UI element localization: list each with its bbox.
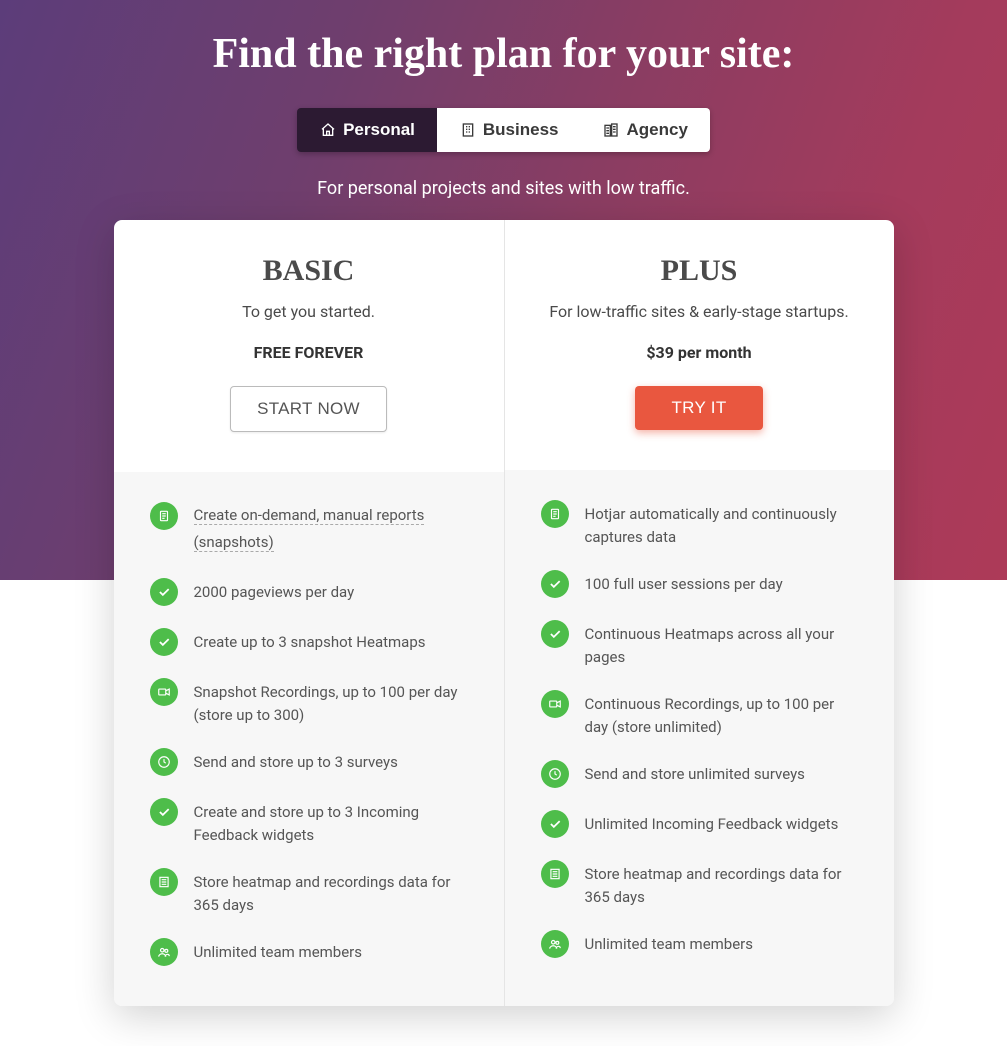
feature-row: Continuous Heatmaps across all your page… [541,620,858,668]
pricing-card: BASIC To get you started. FREE FOREVER S… [114,220,894,1006]
plan-feature-list: Hotjar automatically and continuously ca… [505,470,894,1006]
feature-text: Store heatmap and recordings data for 36… [585,860,858,908]
check-icon [541,620,569,648]
feature-row: Unlimited Incoming Feedback widgets [541,810,858,838]
tab-label: Business [483,120,559,140]
feature-text: Continuous Recordings, up to 100 per day… [585,690,858,738]
feature-row: Store heatmap and recordings data for 36… [541,860,858,908]
feature-text: Continuous Heatmaps across all your page… [585,620,858,668]
video-icon [541,690,569,718]
clock-icon [150,748,178,776]
plan-name: BASIC [144,254,474,288]
tab-label: Personal [343,120,415,140]
feature-text: Send and store up to 3 surveys [194,748,398,774]
feature-row: 2000 pageviews per day [150,578,468,606]
plan-desc: For low-traffic sites & early-stage star… [535,302,864,321]
plan-basic: BASIC To get you started. FREE FOREVER S… [114,220,504,1006]
feature-row: Snapshot Recordings, up to 100 per day (… [150,678,468,726]
feature-text: Snapshot Recordings, up to 100 per day (… [194,678,468,726]
plan-feature-list: Create on-demand, manual reports (snapsh… [114,472,504,1006]
plan-plus: PLUS For low-traffic sites & early-stage… [504,220,894,1006]
check-icon [541,810,569,838]
team-icon [541,930,569,958]
team-icon [150,938,178,966]
feature-text: Unlimited team members [194,938,363,964]
tab-personal[interactable]: Personal [297,108,437,152]
check-icon [150,578,178,606]
feature-text: 100 full user sessions per day [585,570,783,596]
feature-text[interactable]: Create on-demand, manual reports (snapsh… [194,506,425,552]
feature-text: Hotjar automatically and continuously ca… [585,500,858,548]
feature-row: Create and store up to 3 Incoming Feedba… [150,798,468,846]
plan-desc: To get you started. [144,302,474,321]
feature-text: Send and store unlimited surveys [585,760,805,786]
check-icon [150,798,178,826]
tier-subheading: For personal projects and sites with low… [0,178,1007,199]
clock-icon [541,760,569,788]
start-now-button[interactable]: START NOW [230,386,387,432]
check-icon [541,570,569,598]
feature-row: Store heatmap and recordings data for 36… [150,868,468,916]
try-it-button[interactable]: TRY IT [635,386,762,430]
feature-text: 2000 pageviews per day [194,578,355,604]
video-icon [150,678,178,706]
feature-row: Hotjar automatically and continuously ca… [541,500,858,548]
feature-row: Send and store unlimited surveys [541,760,858,788]
feature-text: Unlimited team members [585,930,754,956]
feature-row: Send and store up to 3 surveys [150,748,468,776]
page-title: Find the right plan for your site: [0,30,1007,78]
feature-text: Store heatmap and recordings data for 36… [194,868,468,916]
feature-text: Unlimited Incoming Feedback widgets [585,810,839,836]
data-icon [150,868,178,896]
tab-business[interactable]: Business [437,108,581,152]
data-icon [541,860,569,888]
feature-row: Continuous Recordings, up to 100 per day… [541,690,858,738]
plan-price: $39 per month [535,343,864,362]
building-icon [459,121,477,139]
feature-row: Create up to 3 snapshot Heatmaps [150,628,468,656]
plan-name: PLUS [535,254,864,288]
feature-text: Create and store up to 3 Incoming Feedba… [194,798,468,846]
plan-tier-tabs: Personal Business Agency [297,108,710,152]
feature-row: Create on-demand, manual reports (snapsh… [150,502,468,556]
doc-icon [541,500,569,528]
doc-icon [150,502,178,530]
feature-row: Unlimited team members [150,938,468,966]
tab-label: Agency [626,120,687,140]
feature-row: Unlimited team members [541,930,858,958]
feature-row: 100 full user sessions per day [541,570,858,598]
tab-agency[interactable]: Agency [580,108,709,152]
home-icon [319,121,337,139]
office-icon [602,121,620,139]
check-icon [150,628,178,656]
plan-price: FREE FOREVER [144,343,474,362]
feature-text: Create up to 3 snapshot Heatmaps [194,628,426,654]
